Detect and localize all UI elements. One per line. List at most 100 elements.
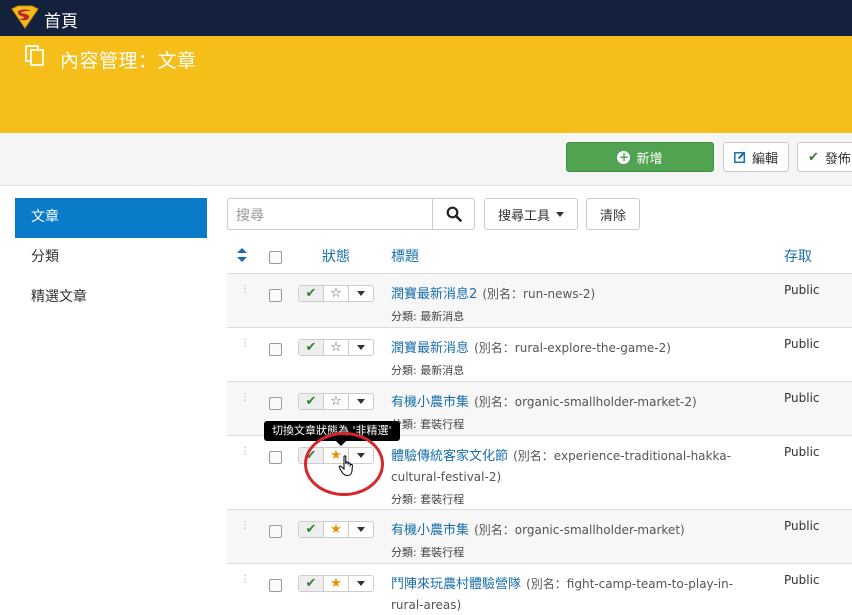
featured-toggle-button[interactable]: ☆ bbox=[324, 394, 349, 409]
status-controls: ✔ ☆ bbox=[298, 393, 374, 410]
actions-dropdown-button[interactable] bbox=[349, 286, 373, 301]
article-title-link[interactable]: 有機小農市集 bbox=[391, 395, 469, 410]
article-category: 分類: 套裝行程 bbox=[391, 418, 465, 431]
access-level: Public bbox=[784, 337, 820, 351]
sidebar-item-label: 文章 bbox=[31, 209, 59, 225]
caret-down-icon bbox=[357, 581, 365, 586]
status-controls: ✔ ☆ bbox=[298, 285, 374, 302]
new-button[interactable]: + 新增 bbox=[566, 142, 714, 172]
search-button[interactable] bbox=[432, 198, 475, 230]
published-toggle-button[interactable]: ✔ bbox=[299, 340, 324, 355]
article-category: 分類: 套裝行程 bbox=[391, 493, 465, 506]
published-toggle-button[interactable]: ✔ bbox=[299, 522, 324, 537]
clear-button[interactable]: 清除 bbox=[586, 198, 640, 230]
article-category: 分類: 最新消息 bbox=[391, 364, 465, 377]
title-column-header[interactable]: 標題 bbox=[391, 246, 419, 266]
featured-toggle-button[interactable]: ★ bbox=[324, 522, 349, 537]
sort-icon[interactable] bbox=[237, 248, 247, 262]
search-input[interactable]: 搜尋 bbox=[227, 198, 433, 230]
new-button-label: 新增 bbox=[636, 151, 663, 167]
check-icon: ✔ bbox=[808, 149, 819, 165]
article-title-link[interactable]: 潤寶最新消息2 bbox=[391, 287, 477, 302]
toolbar: + 新增 編輯 ✔ 發佈 bbox=[0, 133, 852, 186]
table-row: ⋮ ✔ ☆ 潤寶最新消息 (別名：rural-explore-the-game-… bbox=[227, 328, 852, 382]
actions-dropdown-button[interactable] bbox=[349, 340, 373, 355]
edit-button[interactable]: 編輯 bbox=[723, 142, 789, 172]
row-checkbox[interactable] bbox=[269, 579, 282, 592]
row-checkbox[interactable] bbox=[269, 451, 282, 464]
row-checkbox[interactable] bbox=[269, 397, 282, 410]
page-title: 內容管理：文章 bbox=[60, 50, 197, 72]
table-row: ⋮ ✔ ★ 有機小農市集 (別名：organic-smallholder-mar… bbox=[227, 510, 852, 564]
sidebar-item-label: 分類 bbox=[31, 249, 59, 265]
search-tools-button[interactable]: 搜尋工具 bbox=[484, 198, 578, 230]
article-title-link[interactable]: 有機小農市集 bbox=[391, 523, 469, 538]
title-cell: 潤寶最新消息2 (別名：run-news-2) 分類: 最新消息 bbox=[391, 283, 751, 326]
actions-dropdown-button[interactable] bbox=[349, 394, 373, 409]
drag-handle-icon[interactable]: ⋮ bbox=[240, 521, 250, 531]
row-checkbox[interactable] bbox=[269, 343, 282, 356]
article-category: 分類: 最新消息 bbox=[391, 310, 465, 323]
access-level: Public bbox=[784, 283, 820, 297]
row-checkbox[interactable] bbox=[269, 525, 282, 538]
article-alias: (別名：organic-smallholder-market-2) bbox=[474, 395, 697, 409]
access-level: Public bbox=[784, 519, 820, 533]
page-header: 內容管理：文章 bbox=[0, 36, 852, 133]
article-alias: (別名：run-news-2) bbox=[482, 287, 596, 301]
actions-dropdown-button[interactable] bbox=[349, 576, 373, 591]
edit-icon bbox=[734, 151, 746, 163]
drag-handle-icon[interactable]: ⋮ bbox=[240, 285, 250, 295]
caret-down-icon bbox=[357, 527, 365, 532]
hand-pointer-icon bbox=[338, 455, 353, 477]
status-column-header[interactable]: 狀態 bbox=[322, 246, 350, 266]
published-toggle-button[interactable]: ✔ bbox=[299, 286, 324, 301]
title-cell: 有機小農市集 (別名：organic-smallholder-market-2)… bbox=[391, 391, 751, 434]
article-title-link[interactable]: 鬥陣來玩農村體驗營隊 bbox=[391, 577, 521, 592]
publish-button-label: 發佈 bbox=[824, 151, 851, 167]
access-level: Public bbox=[784, 445, 820, 459]
actions-dropdown-button[interactable] bbox=[349, 522, 373, 537]
article-alias: (別名：rural-explore-the-game-2) bbox=[474, 341, 671, 355]
search-tools-label: 搜尋工具 bbox=[497, 208, 550, 224]
article-alias: (別名：organic-smallholder-market) bbox=[474, 523, 685, 537]
plus-circle-icon: + bbox=[617, 149, 631, 164]
home-link[interactable]: 首頁 bbox=[44, 7, 78, 32]
sidebar-item-featured[interactable]: 精選文章 bbox=[15, 278, 207, 318]
row-checkbox[interactable] bbox=[269, 289, 282, 302]
status-controls: ✔ ★ bbox=[298, 575, 374, 592]
caret-down-icon bbox=[357, 345, 365, 350]
search-icon bbox=[446, 206, 462, 222]
drag-handle-icon[interactable]: ⋮ bbox=[240, 575, 250, 585]
select-all-checkbox[interactable] bbox=[269, 251, 282, 264]
published-toggle-button[interactable]: ✔ bbox=[299, 394, 324, 409]
top-navbar: 首頁 bbox=[0, 0, 852, 36]
copy-icon bbox=[25, 45, 44, 66]
sidebar-item-articles[interactable]: 文章 bbox=[15, 198, 207, 238]
drag-handle-icon[interactable]: ⋮ bbox=[240, 339, 250, 349]
status-controls: ✔ ★ bbox=[298, 521, 374, 538]
title-cell: 體驗傳統客家文化節 (別名：experience-traditional-hak… bbox=[391, 445, 751, 509]
featured-toggle-button[interactable]: ★ bbox=[324, 576, 349, 591]
drag-handle-icon[interactable]: ⋮ bbox=[240, 393, 250, 403]
sidebar-item-categories[interactable]: 分類 bbox=[15, 238, 207, 278]
table-row: ⋮ ✔ ★ 鬥陣來玩農村體驗營隊 (別名：fight-camp-team-to-… bbox=[227, 564, 852, 612]
search-placeholder: 搜尋 bbox=[236, 208, 264, 224]
featured-toggle-button[interactable]: ☆ bbox=[324, 340, 349, 355]
published-toggle-button[interactable]: ✔ bbox=[299, 576, 324, 591]
status-controls: ✔ ☆ bbox=[298, 339, 374, 356]
featured-toggle-button[interactable]: ☆ bbox=[324, 286, 349, 301]
superman-logo-icon[interactable] bbox=[9, 5, 41, 29]
article-title-link[interactable]: 體驗傳統客家文化節 bbox=[391, 449, 508, 464]
sidebar: 文章 分類 精選文章 bbox=[15, 198, 207, 318]
publish-button[interactable]: ✔ 發佈 bbox=[797, 142, 852, 172]
caret-down-icon bbox=[556, 211, 564, 217]
access-column-header[interactable]: 存取 bbox=[784, 246, 812, 266]
title-cell: 有機小農市集 (別名：organic-smallholder-market) 分… bbox=[391, 519, 751, 562]
title-cell: 潤寶最新消息 (別名：rural-explore-the-game-2) 分類:… bbox=[391, 337, 751, 380]
article-category: 分類: 套裝行程 bbox=[391, 546, 465, 559]
drag-handle-icon[interactable]: ⋮ bbox=[240, 447, 250, 457]
sidebar-item-label: 精選文章 bbox=[31, 289, 87, 305]
article-title-link[interactable]: 潤寶最新消息 bbox=[391, 341, 469, 356]
table-header: 狀態 標題 存取 bbox=[227, 240, 852, 274]
caret-down-icon bbox=[357, 291, 365, 296]
